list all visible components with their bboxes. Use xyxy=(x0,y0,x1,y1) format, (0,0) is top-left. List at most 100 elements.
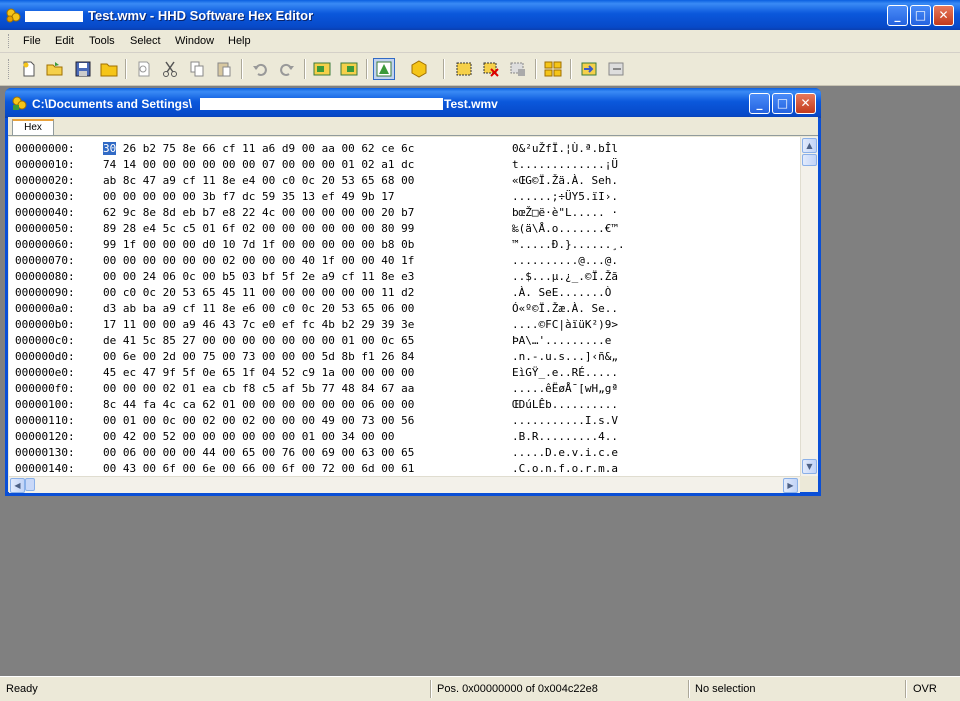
hex-byte[interactable]: 0c xyxy=(163,414,176,427)
hex-byte[interactable]: 53 xyxy=(342,174,355,187)
hex-byte[interactable]: 00 xyxy=(282,222,295,235)
hex-byte[interactable]: e4 xyxy=(242,174,255,187)
hex-byte[interactable]: 00 xyxy=(282,398,295,411)
row-bytes[interactable]: 30 26 b2 75 8e 66 cf 11 a6 d9 00 aa 00 6… xyxy=(103,141,414,157)
hex-byte[interactable]: 39 xyxy=(381,318,394,331)
hex-byte[interactable]: 73 xyxy=(361,414,374,427)
hex-byte[interactable]: 00 xyxy=(282,238,295,251)
hex-byte[interactable]: 69 xyxy=(322,446,335,459)
menu-edit[interactable]: Edit xyxy=(55,35,74,47)
bookmark-button[interactable] xyxy=(311,58,333,80)
hex-byte[interactable]: 9b xyxy=(361,190,374,203)
hex-byte[interactable]: 6d xyxy=(361,462,374,475)
row-bytes[interactable]: 00 6e 00 2d 00 75 00 73 00 00 00 5d 8b f… xyxy=(103,349,414,365)
hex-byte[interactable]: 00 xyxy=(361,334,374,347)
hex-byte[interactable]: c0 xyxy=(123,286,136,299)
row-bytes[interactable]: 00 00 00 00 00 3b f7 dc 59 35 13 ef 49 9… xyxy=(103,189,395,205)
hex-byte[interactable]: 00 xyxy=(282,414,295,427)
hex-byte[interactable]: a6 xyxy=(262,142,275,155)
hex-byte[interactable]: 80 xyxy=(381,222,394,235)
hex-byte[interactable]: f7 xyxy=(222,190,235,203)
hex-byte[interactable]: 6e xyxy=(202,462,215,475)
row-bytes[interactable]: 17 11 00 00 a9 46 43 7c e0 ef fc 4b b2 2… xyxy=(103,317,414,333)
hex-byte[interactable]: 00 xyxy=(202,158,215,171)
hex-byte[interactable]: 00 xyxy=(381,414,394,427)
hex-byte[interactable]: 00 xyxy=(103,254,116,267)
hex-byte[interactable]: 00 xyxy=(222,158,235,171)
hex-byte[interactable]: 00 xyxy=(322,238,335,251)
row-bytes[interactable]: 00 43 00 6f 00 6e 00 66 00 6f 00 72 00 6… xyxy=(103,461,414,476)
hex-byte[interactable]: 00 xyxy=(381,446,394,459)
hex-byte[interactable]: 01 xyxy=(183,382,196,395)
row-bytes[interactable]: de 41 5c 85 27 00 00 00 00 00 00 00 01 0… xyxy=(103,333,414,349)
row-ascii[interactable]: bœŽ□ë·è"L..... · xyxy=(512,205,618,221)
hex-byte[interactable]: dc xyxy=(242,190,255,203)
hex-byte[interactable]: af xyxy=(282,382,295,395)
hex-byte[interactable]: 00 xyxy=(262,286,275,299)
row-ascii[interactable]: ...........I.s.V xyxy=(512,413,618,429)
hex-byte[interactable]: 6f xyxy=(222,222,235,235)
hex-byte[interactable]: 02 xyxy=(202,414,215,427)
hex-byte[interactable]: 65 xyxy=(401,334,414,347)
hex-byte[interactable]: 20 xyxy=(381,206,394,219)
row-bytes[interactable]: 00 00 00 00 00 00 02 00 00 00 40 1f 00 0… xyxy=(103,253,414,269)
hex-byte[interactable]: 00 xyxy=(262,398,275,411)
hex-byte[interactable]: 20 xyxy=(163,286,176,299)
hex-byte[interactable]: 00 xyxy=(302,158,315,171)
row-bytes[interactable]: 00 00 24 06 0c 00 b5 03 bf 5f 2e a9 cf 1… xyxy=(103,269,414,285)
horizontal-scrollbar[interactable]: ◀ ▶ xyxy=(9,476,800,493)
document-title-bar[interactable]: C:\Documents and Settings\ Test.wmv _ □ … xyxy=(5,88,821,118)
hex-byte[interactable]: c0 xyxy=(282,174,295,187)
hex-byte[interactable]: 00 xyxy=(262,462,275,475)
hex-byte[interactable]: 00 xyxy=(242,430,255,443)
hex-byte[interactable]: 30 xyxy=(103,142,117,155)
hex-byte[interactable]: 00 xyxy=(302,398,315,411)
hex-byte[interactable]: 00 xyxy=(262,174,275,187)
row-bytes[interactable]: 74 14 00 00 00 00 00 00 07 00 00 00 01 0… xyxy=(103,157,414,173)
row-bytes[interactable]: 62 9c 8e 8d eb b7 e8 22 4c 00 00 00 00 0… xyxy=(103,205,414,221)
bookmark-list-button[interactable] xyxy=(338,58,360,80)
row-ascii[interactable]: ÞA\…'.........e xyxy=(512,333,611,349)
hex-byte[interactable]: 46 xyxy=(202,318,215,331)
hex-view[interactable]: 00000000: 30 26 b2 75 8e 66 cf 11 a6 d9 0… xyxy=(9,137,800,476)
hex-byte[interactable]: b8 xyxy=(381,238,394,251)
hex-byte[interactable]: 0e xyxy=(202,366,215,379)
row-ascii[interactable]: .C.o.n.f.o.r.m.a xyxy=(512,461,618,476)
hex-byte[interactable]: 00 xyxy=(143,462,156,475)
hex-byte[interactable]: 00 xyxy=(302,142,315,155)
hex-byte[interactable]: 07 xyxy=(262,158,275,171)
hex-byte[interactable]: 73 xyxy=(242,350,255,363)
hex-byte[interactable]: 5d xyxy=(322,350,335,363)
hex-byte[interactable]: e4 xyxy=(143,222,156,235)
hex-byte[interactable]: 00 xyxy=(342,414,355,427)
hex-byte[interactable]: 00 xyxy=(202,430,215,443)
hex-byte[interactable]: 5c xyxy=(163,222,176,235)
hex-byte[interactable]: 02 xyxy=(242,222,255,235)
hex-byte[interactable]: ef xyxy=(322,190,335,203)
hex-byte[interactable]: 00 xyxy=(401,398,414,411)
hex-byte[interactable]: 75 xyxy=(202,350,215,363)
hex-byte[interactable]: 00 xyxy=(381,398,394,411)
hex-byte[interactable]: 01 xyxy=(123,414,136,427)
hex-byte[interactable]: 65 xyxy=(361,302,374,315)
hex-byte[interactable]: 99 xyxy=(103,238,116,251)
hex-byte[interactable]: 00 xyxy=(183,350,196,363)
hex-byte[interactable]: 00 xyxy=(143,350,156,363)
hex-byte[interactable]: 44 xyxy=(202,446,215,459)
hex-byte[interactable]: 8e xyxy=(222,302,235,315)
hex-byte[interactable]: 00 xyxy=(361,222,374,235)
hex-byte[interactable]: 53 xyxy=(342,302,355,315)
hex-byte[interactable]: 00 xyxy=(183,414,196,427)
hex-byte[interactable]: 84 xyxy=(401,350,414,363)
hex-byte[interactable]: 9f xyxy=(163,366,176,379)
hex-byte[interactable]: ec xyxy=(123,366,136,379)
save-button[interactable] xyxy=(72,58,94,80)
hex-byte[interactable]: 01 xyxy=(302,430,315,443)
hex-byte[interactable]: 47 xyxy=(143,174,156,187)
hex-byte[interactable]: 00 xyxy=(222,430,235,443)
hex-byte[interactable]: 00 xyxy=(143,382,156,395)
hex-byte[interactable]: 00 xyxy=(262,222,275,235)
hex-byte[interactable]: 0c xyxy=(143,286,156,299)
row-bytes[interactable]: 00 01 00 0c 00 02 00 02 00 00 00 49 00 7… xyxy=(103,413,414,429)
hex-byte[interactable]: 00 xyxy=(242,334,255,347)
